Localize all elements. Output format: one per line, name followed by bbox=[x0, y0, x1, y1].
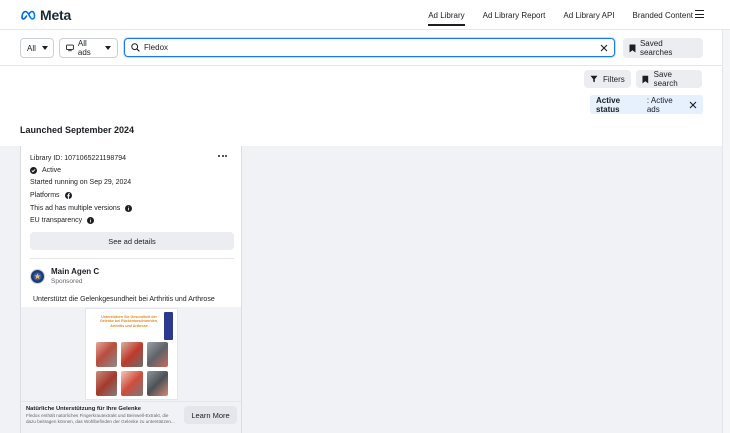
card-divider bbox=[30, 258, 234, 259]
country-dropdown-value: All bbox=[27, 43, 36, 53]
saved-searches-button[interactable]: Saved searches bbox=[623, 38, 703, 58]
hamburger-icon[interactable] bbox=[695, 10, 704, 18]
caret-down-icon bbox=[105, 46, 111, 50]
multiple-versions-line: This ad has multiple versions bbox=[30, 205, 133, 212]
nav-branded-content[interactable]: Branded Content bbox=[624, 0, 703, 30]
ad-body-text: Unterstützt die Gelenkgesundheit bei Art… bbox=[33, 296, 215, 303]
info-icon[interactable] bbox=[125, 205, 133, 212]
nav-ad-library-api[interactable]: Ad Library API bbox=[554, 0, 623, 30]
save-search-label: Save search bbox=[653, 70, 678, 88]
top-navigation-bar: Meta Ad Library Ad Library Report Ad Lib… bbox=[0, 0, 730, 30]
ad-cta-bar: Natürliche Unterstützung für Ihre Gelenk… bbox=[21, 401, 241, 433]
creative-headline: Unterstützen Sie Gesundheit der Gelenke … bbox=[99, 315, 159, 328]
search-input[interactable] bbox=[144, 43, 600, 52]
check-circle-icon bbox=[30, 167, 37, 174]
saved-searches-label: Saved searches bbox=[639, 39, 673, 57]
eu-transparency-label: EU transparency bbox=[30, 217, 83, 224]
creative-photo bbox=[121, 371, 143, 396]
started-running-text: Started running on Sep 29, 2024 bbox=[30, 179, 132, 186]
advertiser-avatar[interactable] bbox=[30, 268, 45, 284]
info-icon[interactable] bbox=[87, 217, 95, 224]
chip-key: Active status bbox=[596, 95, 621, 114]
product-package-image bbox=[164, 312, 173, 340]
sponsored-label: Sponsored bbox=[51, 278, 83, 285]
creative-photo bbox=[96, 342, 118, 367]
scrollbar-track[interactable] bbox=[722, 30, 730, 433]
filters-label: Filters bbox=[603, 74, 625, 84]
nav-ad-library[interactable]: Ad Library bbox=[419, 0, 473, 30]
bookmark-icon bbox=[629, 44, 636, 52]
cta-title: Natürliche Unterstützung für Ihre Gelenk… bbox=[26, 406, 141, 412]
learn-more-button[interactable]: Learn More bbox=[184, 406, 237, 424]
platforms-line: Platforms bbox=[30, 192, 72, 199]
creative-photo bbox=[121, 342, 143, 367]
started-running: Started running on Sep 29, 2024 bbox=[30, 179, 131, 186]
nav-ad-library-report[interactable]: Ad Library Report bbox=[474, 0, 555, 30]
results-section-title: Launched September 2024 bbox=[20, 125, 135, 135]
search-field[interactable] bbox=[124, 38, 615, 57]
bookmark-icon bbox=[642, 75, 649, 83]
filter-funnel-icon bbox=[590, 75, 598, 83]
creative-photo bbox=[146, 342, 168, 367]
ad-category-value: All ads bbox=[77, 39, 91, 57]
country-dropdown[interactable]: All bbox=[20, 38, 54, 58]
search-icon bbox=[131, 43, 140, 52]
multiple-versions-text: This ad has multiple versions bbox=[30, 205, 121, 212]
ad-card: Library ID: 1071065221198794 Active Star… bbox=[20, 146, 242, 433]
logo-wordmark: Meta bbox=[40, 7, 72, 23]
avatar-emblem-icon bbox=[33, 272, 42, 280]
caret-down-icon bbox=[41, 46, 48, 50]
library-id: Library ID: 1071065221198794 bbox=[30, 155, 126, 162]
chip-value: : Active ads bbox=[646, 95, 673, 114]
meta-infinity-icon bbox=[21, 10, 36, 20]
active-status-text: Active bbox=[42, 167, 62, 174]
cta-description: Fledox enthält natürliches Fingerkrautex… bbox=[26, 413, 175, 424]
save-search-button[interactable]: Save search bbox=[636, 70, 702, 88]
active-status-filter-chip[interactable]: Active status : Active ads bbox=[590, 95, 703, 114]
library-id-text: Library ID: 1071065221198794 bbox=[30, 155, 127, 162]
filters-button[interactable]: Filters bbox=[584, 70, 631, 88]
platforms-label: Platforms bbox=[30, 192, 60, 199]
facebook-icon bbox=[64, 192, 72, 199]
ad-creative-area[interactable]: Unterstützen Sie Gesundheit der Gelenke … bbox=[21, 307, 241, 401]
creative-photo bbox=[96, 371, 118, 396]
meta-logo[interactable]: Meta bbox=[20, 7, 71, 23]
search-row: All All ads Saved searches bbox=[0, 30, 722, 66]
header-nav: Ad Library Ad Library Report Ad Library … bbox=[419, 0, 702, 30]
eu-transparency-line: EU transparency bbox=[30, 217, 95, 224]
monitor-icon bbox=[66, 44, 74, 52]
ad-category-dropdown[interactable]: All ads bbox=[59, 38, 118, 58]
advertiser-header: Main Agen C Sponsored bbox=[30, 267, 99, 285]
clear-search-icon[interactable] bbox=[600, 44, 608, 52]
creative-photo bbox=[146, 371, 168, 396]
active-status-line: Active bbox=[30, 167, 61, 174]
advertiser-name[interactable]: Main Agen C bbox=[51, 267, 99, 276]
ad-creative-image[interactable]: Unterstützen Sie Gesundheit der Gelenke … bbox=[85, 308, 178, 400]
more-options-icon[interactable] bbox=[218, 155, 227, 157]
creative-photo-grid bbox=[96, 342, 168, 396]
remove-filter-close-icon[interactable] bbox=[689, 101, 697, 109]
see-ad-details-button[interactable]: See ad details bbox=[30, 232, 234, 250]
